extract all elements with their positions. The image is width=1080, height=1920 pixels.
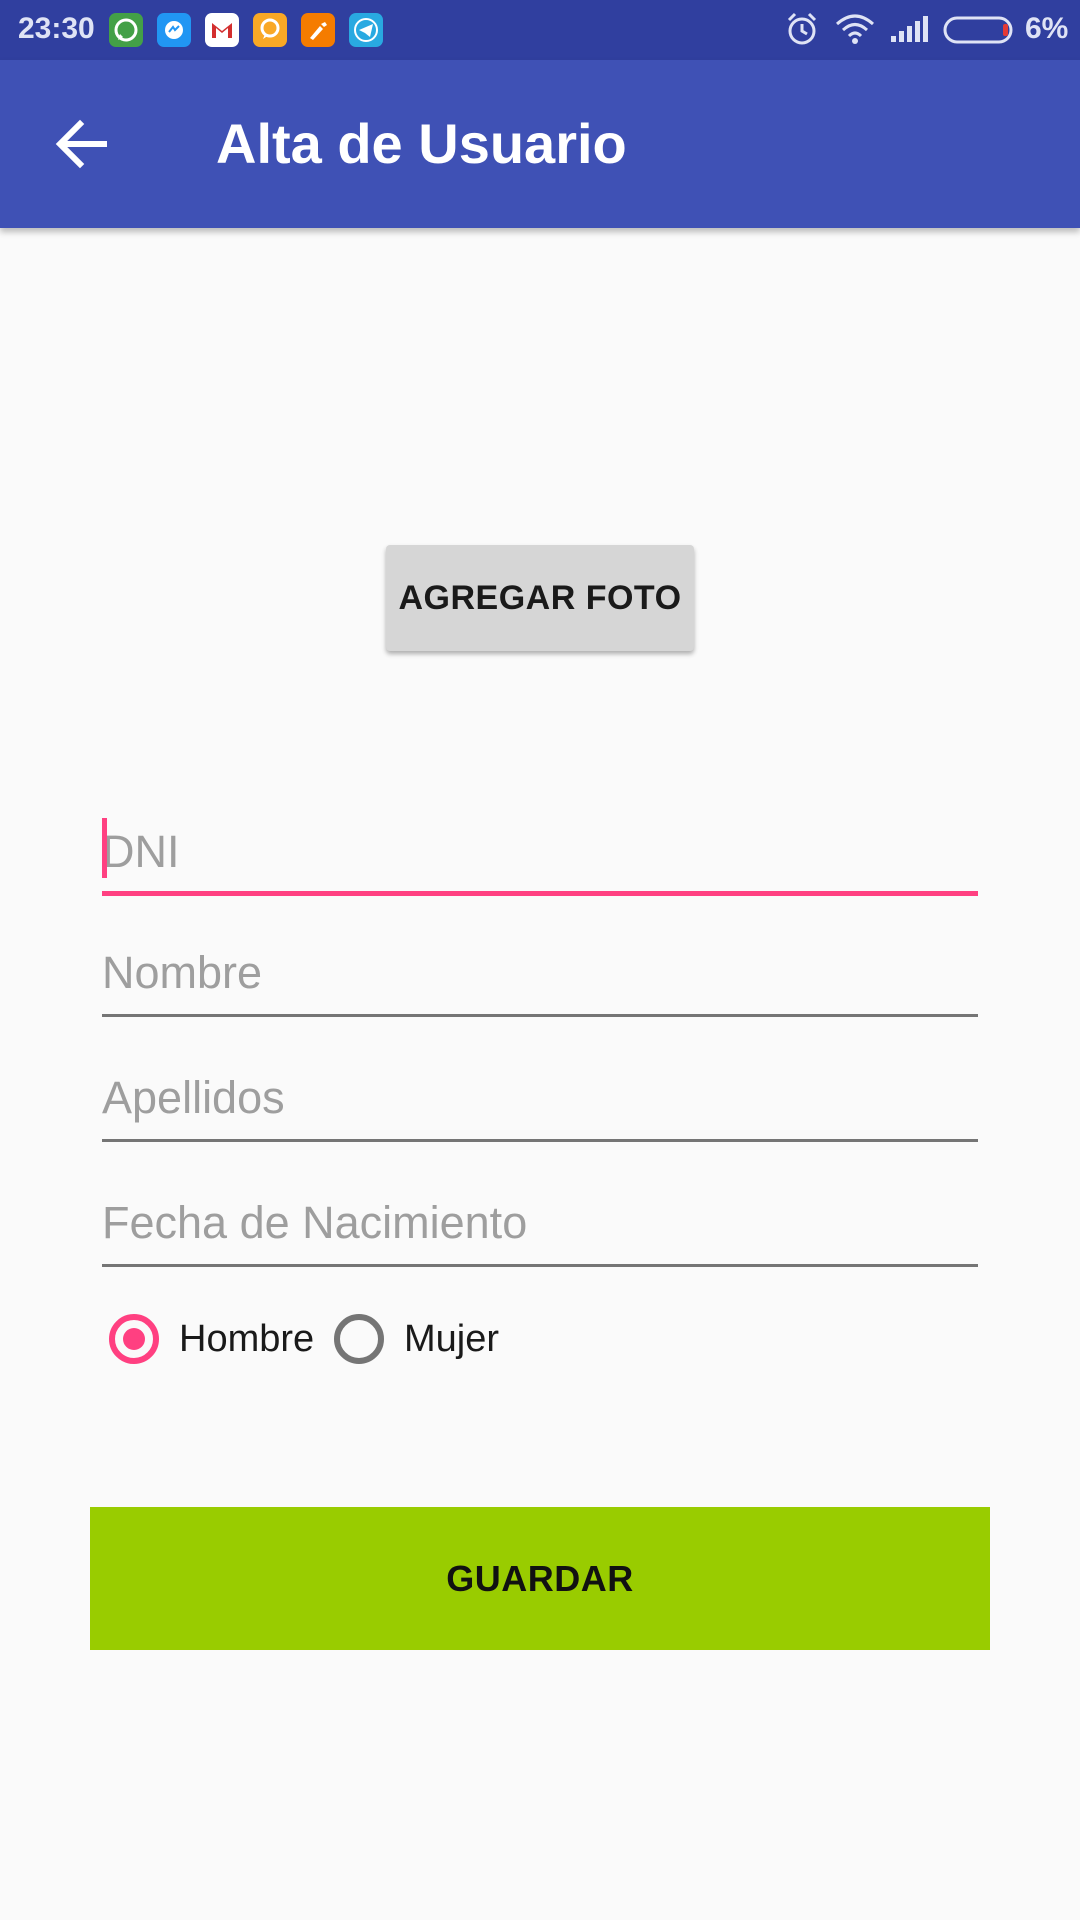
radio-mujer-label: Mujer [404, 1317, 500, 1360]
back-button[interactable] [52, 112, 116, 176]
add-photo-button[interactable]: AGREGAR FOTO [386, 545, 694, 651]
field-underline [102, 891, 978, 896]
radio-hombre-label: Hombre [179, 1317, 315, 1360]
text-cursor [102, 818, 107, 878]
radio-mujer[interactable]: Mujer [334, 1306, 499, 1372]
battery-percent: 6% [1025, 12, 1069, 45]
whatsapp-icon [109, 13, 143, 47]
dni-placeholder: DNI [102, 826, 180, 877]
chat-icon [253, 13, 287, 47]
radio-hombre[interactable]: Hombre [109, 1306, 314, 1372]
radio-unchecked-icon [334, 1314, 384, 1364]
apellidos-field[interactable]: Apellidos [102, 1062, 978, 1142]
field-underline [102, 1014, 978, 1017]
app-bar: Alta de Usuario [0, 60, 1080, 228]
wifi-icon [836, 14, 874, 44]
nombre-placeholder: Nombre [102, 947, 263, 998]
status-time: 23:30 [18, 12, 95, 45]
status-bar: 23:30 6% [0, 0, 1080, 60]
field-underline [102, 1264, 978, 1267]
battery-icon [943, 16, 1013, 44]
arrow-back-icon [55, 119, 107, 169]
messenger-icon [157, 13, 191, 47]
gmail-icon [205, 13, 239, 47]
fecha-nacimiento-placeholder: Fecha de Nacimiento [102, 1197, 528, 1248]
signal-icon [891, 16, 928, 42]
fecha-nacimiento-field[interactable]: Fecha de Nacimiento [102, 1187, 978, 1267]
save-button[interactable]: GUARDAR [90, 1507, 990, 1650]
apellidos-placeholder: Apellidos [102, 1072, 285, 1123]
telegram-icon [349, 13, 383, 47]
alarm-icon [787, 12, 817, 45]
gender-radio-group: Hombre Mujer [106, 1306, 606, 1372]
field-underline [102, 1139, 978, 1142]
page-title: Alta de Usuario [216, 112, 627, 175]
radio-checked-icon [109, 1314, 159, 1364]
brush-app-icon [301, 13, 335, 47]
dni-field[interactable]: DNI [102, 816, 978, 896]
nombre-field[interactable]: Nombre [102, 937, 978, 1017]
